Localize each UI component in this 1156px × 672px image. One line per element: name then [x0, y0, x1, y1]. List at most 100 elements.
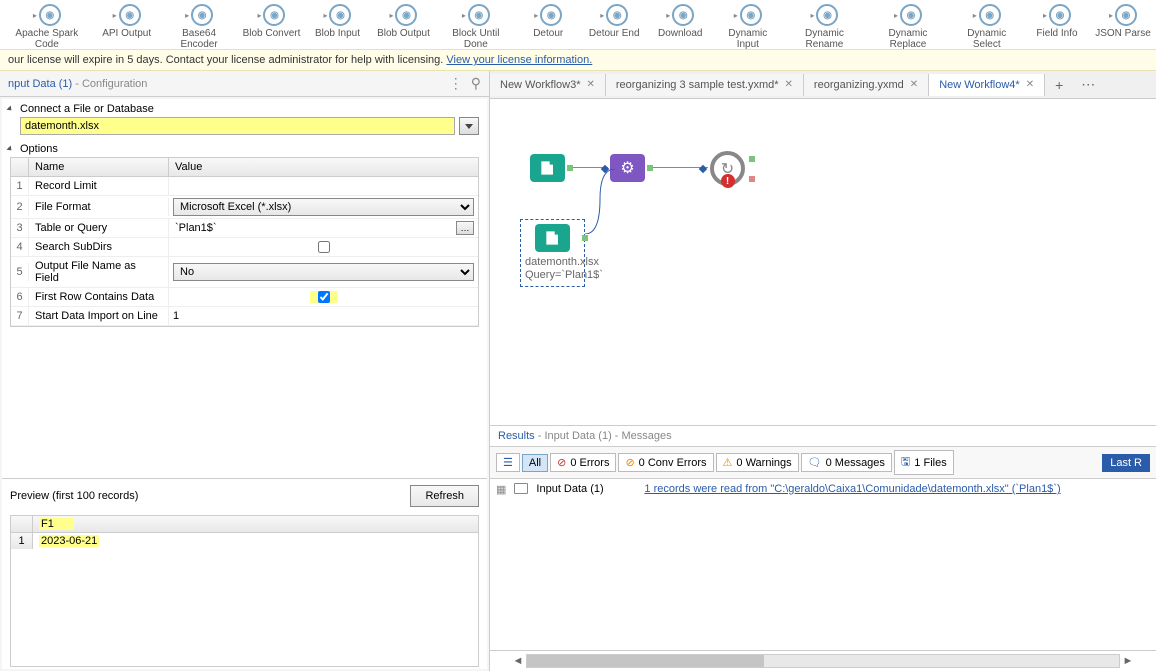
- chevron-right-icon: ▸: [462, 11, 466, 20]
- option-select[interactable]: Microsoft Excel (*.xlsx): [173, 198, 474, 216]
- tool-icon: ◉: [1049, 4, 1071, 26]
- tool-blob-input[interactable]: ▸◉Blob Input: [304, 2, 370, 47]
- add-tab-button[interactable]: +: [1045, 72, 1073, 98]
- close-icon[interactable]: ✕: [587, 79, 595, 90]
- tab-label: New Workflow4*: [939, 79, 1020, 91]
- chevron-right-icon: ▸: [1109, 11, 1113, 20]
- macro-node[interactable]: ⚙: [610, 154, 645, 182]
- browse-button[interactable]: …: [456, 221, 474, 235]
- result-message-link[interactable]: 1 records were read from "C:\geraldo\Cai…: [644, 483, 1060, 495]
- workflow-tab[interactable]: New Workflow3*✕: [490, 74, 606, 96]
- output-port-icon[interactable]: [749, 176, 755, 182]
- horizontal-scrollbar[interactable]: ◄ ►: [490, 650, 1156, 671]
- tool-dynamic-rename[interactable]: ▸◉Dynamic Rename: [782, 2, 866, 47]
- results-header: Results - Input Data (1) - Messages: [490, 426, 1156, 447]
- connect-section-label[interactable]: Connect a File or Database: [2, 99, 487, 117]
- chevron-right-icon: ▸: [894, 11, 898, 20]
- filter-messages[interactable]: 🗨0 Messages: [801, 453, 892, 472]
- workflow-canvas[interactable]: ⚙ ↻! datemonth.xlsx Query=`Plan1$`: [490, 99, 1156, 425]
- close-icon[interactable]: ✕: [785, 79, 793, 90]
- workflow-tab[interactable]: reorganizing.yxmd✕: [804, 74, 929, 96]
- tool-icon: ◉: [468, 4, 490, 26]
- workflow-tab[interactable]: reorganizing 3 sample test.yxmd*✕: [606, 74, 804, 96]
- output-port-icon[interactable]: [647, 165, 653, 171]
- tool-blob-convert[interactable]: ▸◉Blob Convert: [238, 2, 304, 47]
- tool-apache-spark-code[interactable]: ▸◉Apache Spark Code: [0, 2, 94, 47]
- preview-label: Preview (first 100 records): [10, 490, 138, 502]
- tool-api-output[interactable]: ▸◉API Output: [94, 2, 160, 47]
- tool-label: API Output: [102, 28, 151, 39]
- filter-errors[interactable]: ⊘0 Errors: [550, 453, 616, 472]
- filter-warnings[interactable]: ⚠0 Warnings: [716, 453, 799, 472]
- tool-dynamic-input[interactable]: ▸◉Dynamic Input: [713, 2, 782, 47]
- results-title: Results: [498, 430, 535, 442]
- tool-json-parse[interactable]: ▸◉JSON Parse: [1090, 2, 1156, 47]
- input-data-node-selected[interactable]: datemonth.xlsx Query=`Plan1$`: [520, 219, 585, 287]
- tool-dynamic-select[interactable]: ▸◉Dynamic Select: [950, 2, 1025, 47]
- tool-icon: ◉: [816, 4, 838, 26]
- output-port-icon[interactable]: [582, 235, 588, 241]
- tool-icon: ◉: [395, 4, 417, 26]
- tool-label: Detour End: [589, 28, 640, 39]
- file-dropdown-button[interactable]: [459, 117, 479, 135]
- menu-dots-icon[interactable]: ⋮: [449, 75, 463, 92]
- results-subtitle: - Input Data (1) - Messages: [538, 430, 672, 442]
- tool-blob-output[interactable]: ▸◉Blob Output: [370, 2, 436, 47]
- option-value[interactable]: 1: [173, 310, 179, 322]
- pin-icon[interactable]: ⚲: [471, 75, 481, 92]
- file-path-input[interactable]: [20, 117, 455, 135]
- tool-label: Download: [658, 28, 702, 39]
- scroll-left-icon[interactable]: ◄: [510, 655, 526, 667]
- tool-base64-encoder[interactable]: ▸◉Base64 Encoder: [160, 2, 239, 47]
- pane-icon[interactable]: ▦: [496, 483, 506, 496]
- preview-col-header: F1: [33, 516, 80, 532]
- tool-detour[interactable]: ▸◉Detour: [515, 2, 581, 47]
- tool-download[interactable]: ▸◉Download: [647, 2, 713, 47]
- options-section-label[interactable]: Options: [2, 141, 487, 157]
- browse-node[interactable]: ↻!: [710, 151, 745, 186]
- tool-detour-end[interactable]: ▸◉Detour End: [581, 2, 647, 47]
- option-name: Table or Query: [29, 219, 169, 237]
- tool-icon: ◉: [606, 4, 628, 26]
- filter-files[interactable]: 🖫1 Files: [894, 450, 954, 475]
- connector-wire[interactable]: [585, 169, 615, 234]
- input-data-node-1[interactable]: [530, 154, 565, 182]
- chevron-right-icon: ▸: [534, 11, 538, 20]
- chevron-right-icon: ▸: [389, 11, 393, 20]
- scroll-right-icon[interactable]: ►: [1120, 655, 1136, 667]
- option-input[interactable]: [173, 221, 454, 235]
- results-filter-bar: ☰ All ⊘0 Errors ⊘0 Conv Errors ⚠0 Warnin…: [490, 447, 1156, 479]
- chevron-right-icon: ▸: [323, 11, 327, 20]
- tool-icon: ◉: [900, 4, 922, 26]
- option-row: 2File FormatMicrosoft Excel (*.xlsx): [11, 196, 478, 219]
- license-link[interactable]: View your license information.: [446, 54, 592, 66]
- output-port-icon[interactable]: [749, 156, 755, 162]
- config-subtitle: - Configuration: [75, 78, 147, 90]
- output-port-icon[interactable]: [567, 165, 573, 171]
- option-row: 4Search SubDirs: [11, 238, 478, 257]
- option-checkbox[interactable]: [318, 291, 330, 303]
- tool-label: Blob Convert: [243, 28, 301, 39]
- tool-label: Dynamic Rename: [786, 28, 862, 50]
- chevron-right-icon: ▸: [33, 11, 37, 20]
- close-icon[interactable]: ✕: [1026, 79, 1034, 90]
- option-select[interactable]: No: [173, 263, 474, 281]
- chevron-right-icon: ▸: [185, 11, 189, 20]
- last-run-button[interactable]: Last R: [1102, 454, 1150, 472]
- tool-label: Blob Input: [315, 28, 360, 39]
- option-row: 1Record Limit: [11, 177, 478, 196]
- tool-dynamic-replace[interactable]: ▸◉Dynamic Replace: [866, 2, 949, 47]
- filter-conv-errors[interactable]: ⊘0 Conv Errors: [618, 453, 713, 472]
- tool-label: Dynamic Replace: [870, 28, 945, 50]
- close-icon[interactable]: ✕: [910, 79, 918, 90]
- workflow-tab[interactable]: New Workflow4* ✕: [929, 74, 1045, 96]
- filter-all[interactable]: All: [522, 454, 548, 472]
- refresh-button[interactable]: Refresh: [410, 485, 479, 507]
- tool-field-info[interactable]: ▸◉Field Info: [1024, 2, 1090, 47]
- tool-label: Dynamic Select: [954, 28, 1021, 50]
- tool-block-until-done[interactable]: ▸◉Block Until Done: [436, 2, 515, 47]
- option-checkbox[interactable]: [318, 241, 330, 253]
- view-list-icon[interactable]: ☰: [496, 453, 520, 472]
- preview-cell: 2023-06-21: [33, 533, 105, 549]
- tab-menu-button[interactable]: ⋯: [1073, 71, 1103, 98]
